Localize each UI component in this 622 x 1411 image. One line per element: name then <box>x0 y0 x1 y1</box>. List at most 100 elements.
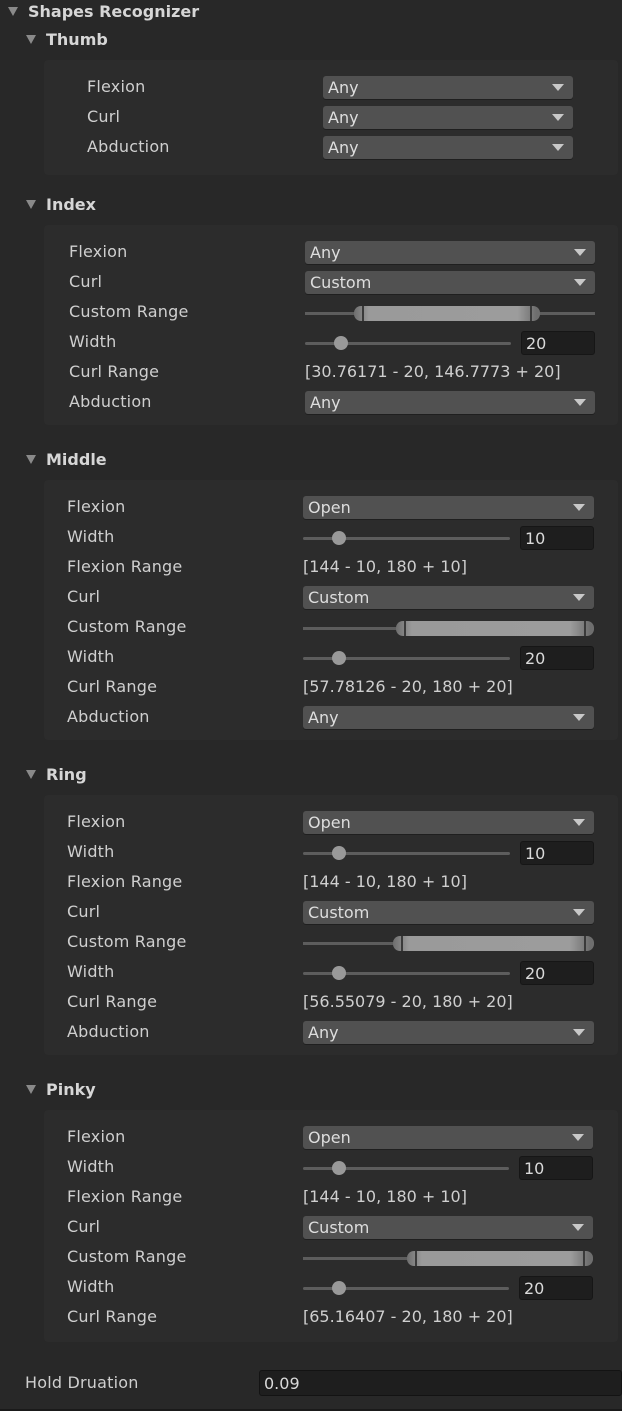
dropdown-arrow-icon <box>573 909 585 916</box>
index-flexion-dropdown[interactable]: Any <box>305 241 595 264</box>
middle-curl-label: Curl <box>67 587 101 606</box>
index-width-slider-thumb[interactable] <box>333 336 348 350</box>
index-curl-label: Curl <box>69 272 103 291</box>
ring-custom-range-label: Custom Range <box>67 932 187 951</box>
shapes-recognizer-foldout[interactable]: Shapes Recognizer <box>8 2 199 21</box>
pinky-flexion-label: Flexion <box>67 1127 126 1146</box>
middle-width-input[interactable]: 10 <box>520 526 594 550</box>
index-width-input[interactable]: 20 <box>521 331 595 355</box>
ring-abduction-label: Abduction <box>67 1022 150 1041</box>
dropdown-value: Any <box>308 708 339 727</box>
pinky-curl-dropdown[interactable]: Custom <box>303 1216 593 1239</box>
foldout-arrow-icon[interactable] <box>26 200 36 209</box>
ring-width-slider-thumb[interactable] <box>331 966 346 980</box>
dropdown-arrow-icon <box>573 714 585 721</box>
pinky-width-input[interactable]: 20 <box>519 1276 593 1300</box>
pinky-width-slider-thumb[interactable] <box>331 1281 346 1295</box>
index-custom-range-handle[interactable] <box>354 306 540 321</box>
middle-width-slider-thumb[interactable] <box>331 651 346 665</box>
width-value: 20 <box>524 1278 545 1298</box>
pinky-width-input[interactable]: 10 <box>519 1156 593 1180</box>
index-curl-dropdown[interactable]: Custom <box>305 271 595 294</box>
thumb-flexion-dropdown[interactable]: Any <box>323 76 573 99</box>
middle-curl-range-label: Curl Range <box>67 677 158 696</box>
foldout-title-middle: Middle <box>46 450 107 469</box>
hold-duration-label: Hold Druation <box>25 1373 139 1392</box>
foldout-arrow-icon[interactable] <box>26 455 36 464</box>
index-width-label: Width <box>69 332 117 351</box>
foldout-arrow-icon[interactable] <box>26 1085 36 1094</box>
width-value: 10 <box>525 843 546 863</box>
middle-flexion-range-value: [144 - 10, 180 + 10] <box>303 557 467 576</box>
dropdown-value: Custom <box>308 903 370 922</box>
index-curl-range-label: Curl Range <box>69 362 160 381</box>
width-value: 10 <box>524 1158 545 1178</box>
middle-curl-dropdown[interactable]: Custom <box>303 586 594 609</box>
foldout-ring[interactable]: Ring <box>26 765 87 784</box>
dropdown-value: Open <box>308 1128 351 1147</box>
middle-width-slider-thumb[interactable] <box>331 531 346 545</box>
pinky-width-label: Width <box>67 1277 115 1296</box>
foldout-arrow-icon[interactable] <box>26 770 36 779</box>
dropdown-value: Custom <box>310 273 372 292</box>
ring-width-slider-thumb[interactable] <box>331 846 346 860</box>
index-abduction-dropdown[interactable]: Any <box>305 391 595 414</box>
dropdown-value: Any <box>328 78 359 97</box>
foldout-arrow-icon[interactable] <box>8 7 18 16</box>
pinky-flexion-range-label: Flexion Range <box>67 1187 183 1206</box>
ring-abduction-dropdown[interactable]: Any <box>303 1021 594 1044</box>
pinky-custom-range-handle[interactable] <box>407 1251 593 1266</box>
middle-abduction-dropdown[interactable]: Any <box>303 706 594 729</box>
width-value: 20 <box>526 333 547 353</box>
foldout-middle[interactable]: Middle <box>26 450 107 469</box>
dropdown-arrow-icon <box>573 594 585 601</box>
ring-flexion-range-label: Flexion Range <box>67 872 183 891</box>
width-value: 20 <box>525 963 546 983</box>
dropdown-arrow-icon <box>573 504 585 511</box>
ring-width-input[interactable]: 20 <box>520 961 594 985</box>
dropdown-arrow-icon <box>572 1224 584 1231</box>
dropdown-arrow-icon <box>552 144 564 151</box>
pinky-width-label: Width <box>67 1157 115 1176</box>
dropdown-arrow-icon <box>573 819 585 826</box>
dropdown-value: Any <box>310 393 341 412</box>
pinky-curl-range-label: Curl Range <box>67 1307 158 1326</box>
foldout-thumb[interactable]: Thumb <box>26 30 108 49</box>
index-abduction-label: Abduction <box>69 392 152 411</box>
ring-flexion-dropdown[interactable]: Open <box>303 811 594 834</box>
dropdown-arrow-icon <box>574 279 586 286</box>
thumb-abduction-dropdown[interactable]: Any <box>323 136 573 159</box>
dropdown-arrow-icon <box>574 399 586 406</box>
dropdown-value: Any <box>328 108 359 127</box>
thumb-curl-dropdown[interactable]: Any <box>323 106 573 129</box>
ring-width-input[interactable]: 10 <box>520 841 594 865</box>
middle-custom-range-handle[interactable] <box>396 621 594 636</box>
ring-curl-label: Curl <box>67 902 101 921</box>
width-value: 10 <box>525 528 546 548</box>
ring-curl-range-value: [56.55079 - 20, 180 + 20] <box>303 992 513 1011</box>
pinky-flexion-dropdown[interactable]: Open <box>303 1126 593 1149</box>
foldout-title-ring: Ring <box>46 765 87 784</box>
ring-curl-dropdown[interactable]: Custom <box>303 901 594 924</box>
foldout-pinky[interactable]: Pinky <box>26 1080 96 1099</box>
middle-flexion-dropdown[interactable]: Open <box>303 496 594 519</box>
ring-width-label: Width <box>67 842 115 861</box>
hold-duration-input[interactable]: 0.09 <box>259 1370 622 1396</box>
dropdown-arrow-icon <box>574 249 586 256</box>
middle-curl-range-value: [57.78126 - 20, 180 + 20] <box>303 677 513 696</box>
pinky-curl-label: Curl <box>67 1217 101 1236</box>
pinky-curl-range-value: [65.16407 - 20, 180 + 20] <box>303 1307 513 1326</box>
dropdown-value: Any <box>328 138 359 157</box>
middle-width-label: Width <box>67 647 115 666</box>
dropdown-arrow-icon <box>572 1134 584 1141</box>
pinky-width-slider-thumb[interactable] <box>331 1161 346 1175</box>
component-title: Shapes Recognizer <box>28 2 200 21</box>
ring-flexion-label: Flexion <box>67 812 126 831</box>
foldout-arrow-icon[interactable] <box>26 35 36 44</box>
middle-width-input[interactable]: 20 <box>520 646 594 670</box>
ring-flexion-range-value: [144 - 10, 180 + 10] <box>303 872 467 891</box>
ring-custom-range-handle[interactable] <box>393 936 594 951</box>
foldout-index[interactable]: Index <box>26 195 96 214</box>
index-curl-range-value: [30.76171 - 20, 146.7773 + 20] <box>305 362 561 381</box>
foldout-title-index: Index <box>46 195 96 214</box>
